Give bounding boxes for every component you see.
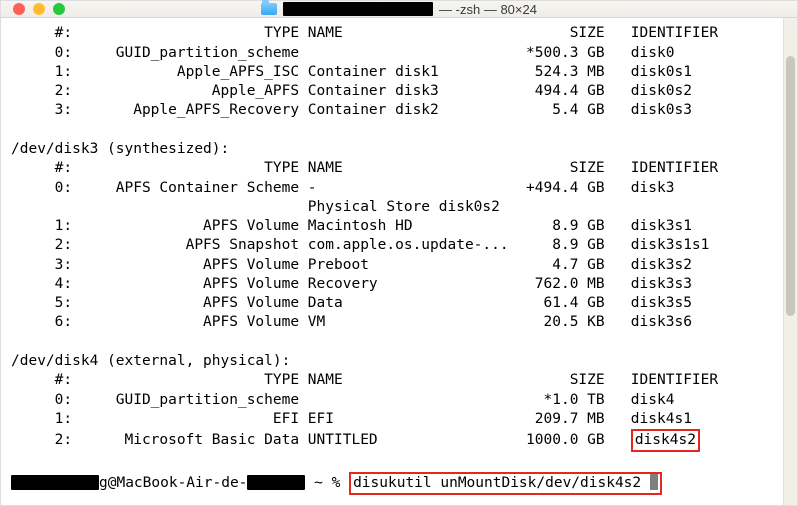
title-redacted xyxy=(283,2,433,16)
scrollbar[interactable] xyxy=(783,18,797,505)
user-redacted xyxy=(11,475,99,490)
terminal-window: — -zsh — 80×24 #: TYPE NAME SIZE IDENTIF… xyxy=(0,0,798,506)
cursor-icon xyxy=(650,474,658,490)
content-area: #: TYPE NAME SIZE IDENTIFIER 0: GUID_par… xyxy=(1,18,797,505)
host-redacted xyxy=(247,475,305,490)
scrollbar-thumb[interactable] xyxy=(786,56,795,316)
folder-icon xyxy=(261,3,277,15)
window-controls xyxy=(13,3,65,15)
highlighted-identifier: disk4s2 xyxy=(631,429,700,452)
terminal-output[interactable]: #: TYPE NAME SIZE IDENTIFIER 0: GUID_par… xyxy=(1,18,783,505)
minimize-icon[interactable] xyxy=(33,3,45,15)
title-text: — -zsh — 80×24 xyxy=(439,2,537,17)
zoom-icon[interactable] xyxy=(53,3,65,15)
window-title: — -zsh — 80×24 xyxy=(1,2,797,17)
highlighted-command: disukutil unMountDisk/dev/disk4s2 xyxy=(349,472,662,495)
titlebar: — -zsh — 80×24 xyxy=(1,1,797,18)
close-icon[interactable] xyxy=(13,3,25,15)
